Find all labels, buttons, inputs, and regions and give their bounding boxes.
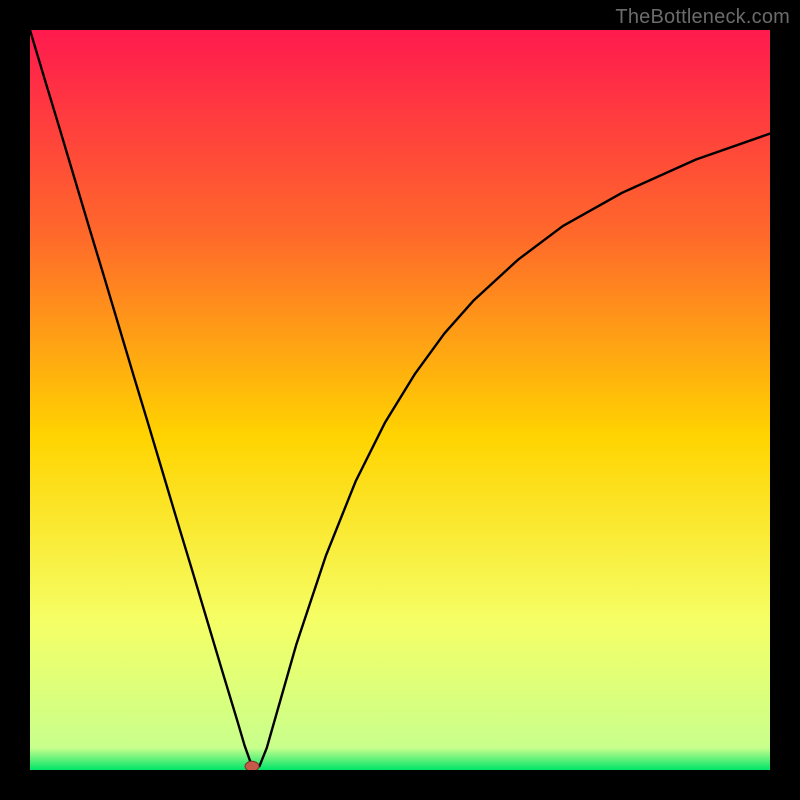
watermark-text: TheBottleneck.com xyxy=(615,6,790,29)
chart-svg xyxy=(30,30,770,770)
plot-area xyxy=(30,30,770,770)
chart-frame: TheBottleneck.com xyxy=(0,0,800,800)
minimum-marker xyxy=(245,761,259,770)
